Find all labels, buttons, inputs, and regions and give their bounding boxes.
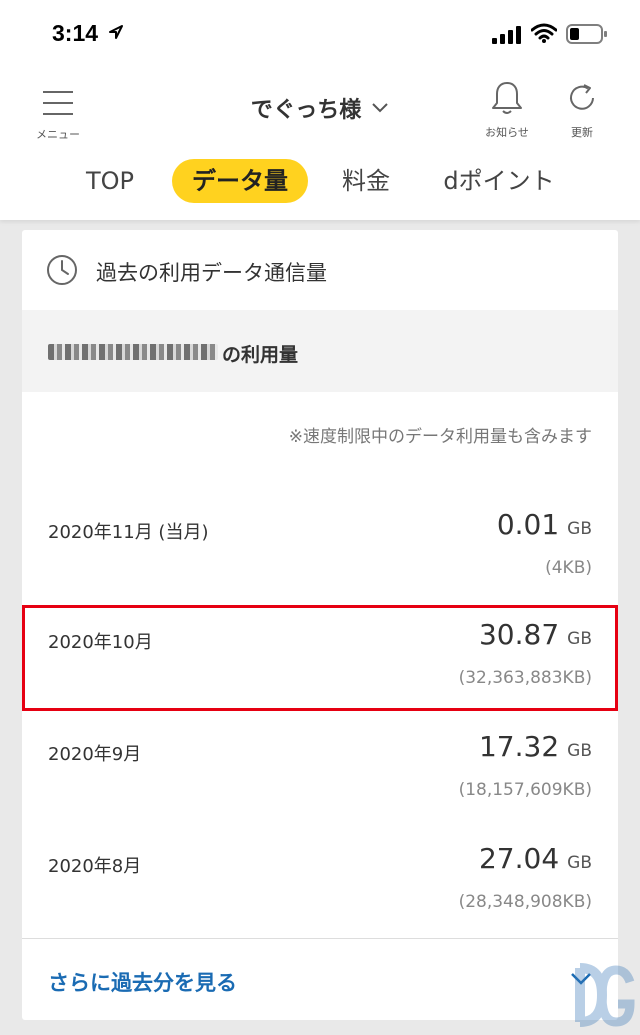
usage-amount-value: 0.01: [496, 508, 560, 541]
card-header: 過去の利用データ通信量: [22, 230, 618, 310]
location-arrow-icon: [108, 24, 124, 44]
status-time: 3:14: [52, 20, 99, 46]
highlight-box: [22, 605, 618, 711]
usage-amount: 27.04 GB: [479, 842, 592, 875]
usage-month: 2020年11月 (当月): [48, 522, 209, 543]
refresh-label: 更新: [571, 126, 593, 139]
usage-amount-value: 17.32: [478, 730, 560, 763]
tab-dpoint[interactable]: dポイント: [432, 159, 566, 203]
refresh-button[interactable]: 更新: [558, 78, 606, 139]
usage-row: 2020年11月 (当月) 0.01 GB (4KB): [22, 496, 618, 606]
usage-month: 2020年8月: [48, 856, 142, 877]
usage-amount-value: 27.04: [478, 842, 560, 875]
line-usage-header: の利用量: [22, 310, 618, 392]
show-more-label: さらに過去分を見る: [48, 971, 237, 995]
usage-amount-unit: GB: [567, 853, 592, 873]
signal-icon: [492, 26, 522, 48]
usage-kb: (18,157,609KB): [458, 780, 592, 800]
tab-data[interactable]: データ量: [172, 159, 308, 203]
show-more-button[interactable]: さらに過去分を見る: [22, 938, 618, 1020]
watermark-logo: [568, 960, 636, 1034]
tab-fee[interactable]: 料金: [334, 159, 398, 203]
bell-icon: [491, 80, 523, 120]
usage-month: 2020年9月: [48, 744, 142, 765]
usage-row: 2020年8月 27.04 GB (28,348,908KB): [22, 830, 618, 940]
hamburger-icon: [42, 90, 74, 120]
usage-row: 2020年9月 17.32 GB (18,157,609KB): [22, 718, 618, 828]
usage-amount-unit: GB: [567, 741, 592, 761]
battery-icon: [566, 24, 608, 48]
masked-phone-number: [48, 344, 218, 360]
usage-kb: (28,348,908KB): [458, 892, 592, 912]
usage-amount-unit: GB: [567, 519, 592, 539]
app-header: メニュー でぐっち様 お知らせ 更新: [0, 70, 640, 150]
wifi-icon: [530, 23, 558, 47]
usage-amount: 17.32 GB: [479, 730, 592, 763]
menu-label: メニュー: [36, 128, 80, 141]
account-selector[interactable]: でぐっち様: [220, 90, 420, 126]
speed-limit-note: ※速度制限中のデータ利用量も含みます: [288, 427, 592, 447]
account-name: でぐっち様: [250, 98, 362, 123]
tab-top[interactable]: TOP: [72, 159, 148, 203]
usage-amount: 0.01 GB: [497, 508, 592, 541]
card-title: 過去の利用データ通信量: [96, 261, 327, 285]
usage-history-card: 過去の利用データ通信量 の利用量 ※速度制限中のデータ利用量も含みます 2020…: [22, 230, 618, 1020]
top-bar: 3:14 メニュー でぐっち様 お知らせ 更新 TOP データ量 料金 dポイン…: [0, 0, 640, 220]
clock-icon: [46, 254, 78, 290]
status-bar: 3:14: [0, 0, 640, 70]
notice-button[interactable]: お知らせ: [478, 78, 536, 139]
line-usage-label: の利用量: [222, 344, 299, 366]
refresh-icon: [566, 82, 598, 118]
tab-bar: TOP データ量 料金 dポイント: [0, 155, 640, 207]
chevron-down-icon: [371, 99, 389, 118]
menu-button[interactable]: メニュー: [28, 80, 88, 141]
notice-label: お知らせ: [485, 126, 529, 139]
usage-kb: (4KB): [545, 558, 592, 578]
